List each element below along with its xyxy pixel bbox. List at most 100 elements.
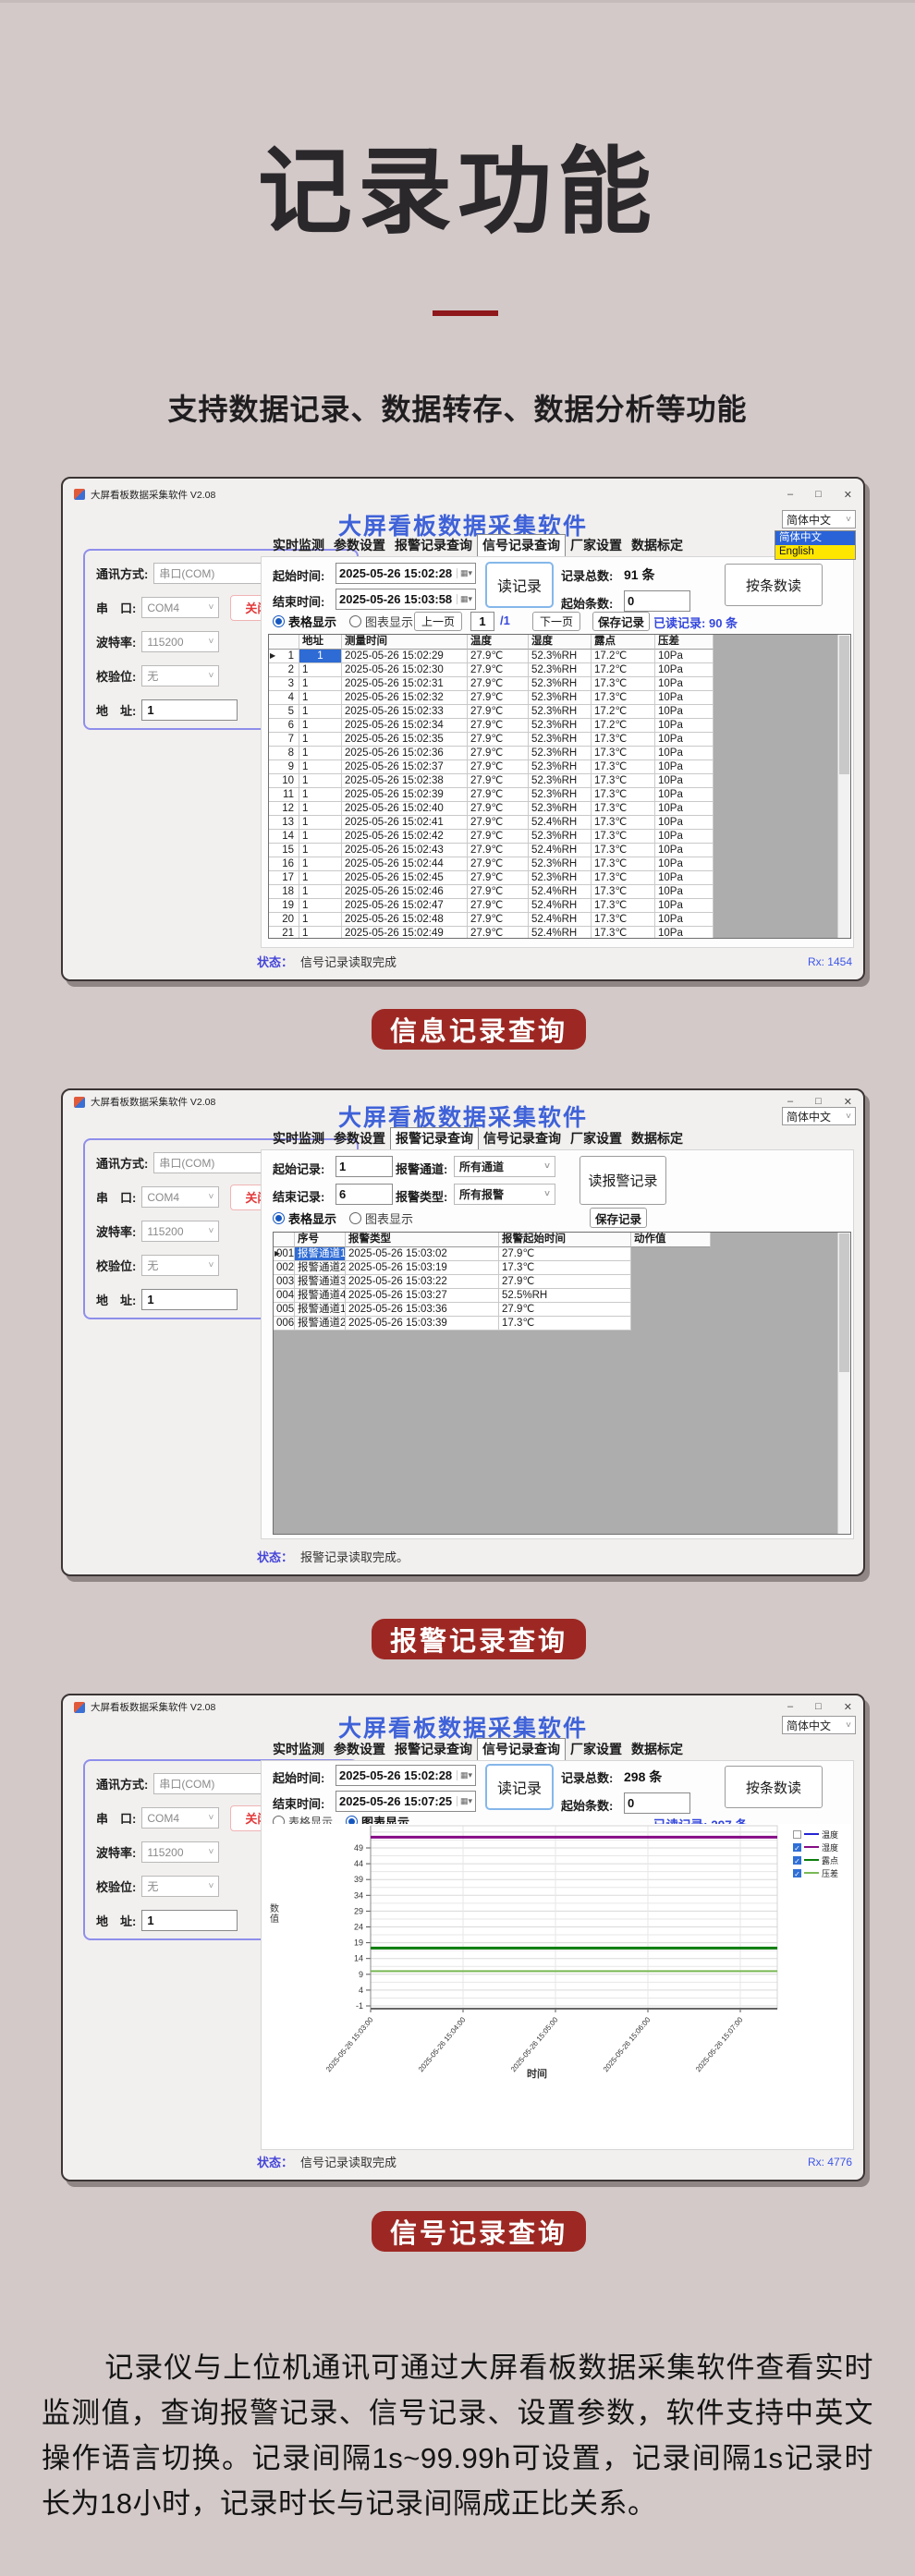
start-time-input[interactable]: 2025-05-26 15:02:28 ▦▾ <box>336 563 476 584</box>
maximize-button[interactable]: □ <box>815 489 822 501</box>
scrollbar-thumb[interactable] <box>839 1233 849 1372</box>
language-dropdown-list[interactable]: 简体中文English <box>775 530 856 560</box>
settings-select-1[interactable]: COM4˅ <box>141 597 219 618</box>
legend-checkbox[interactable]: ✓ <box>793 1869 801 1877</box>
read-records-button[interactable]: 读记录 <box>485 562 554 608</box>
read-by-count-button[interactable]: 按条数读 <box>725 1766 823 1808</box>
datepicker-icon[interactable]: ▦▾ <box>457 1770 472 1780</box>
tab-参数设置[interactable]: 参数设置 <box>329 1738 390 1760</box>
tab-实时监测[interactable]: 实时监测 <box>268 1127 329 1149</box>
minimize-button[interactable]: – <box>787 1701 793 1713</box>
settings-select-2[interactable]: 115200˅ <box>141 1841 219 1863</box>
table-row[interactable]: 1712025-05-26 15:02:4527.9℃52.3%RH17.3℃1… <box>269 871 850 885</box>
tab-实时监测[interactable]: 实时监测 <box>268 534 329 556</box>
table-row[interactable]: 1012025-05-26 15:02:3827.9℃52.3%RH17.3℃1… <box>269 774 850 788</box>
tab-参数设置[interactable]: 参数设置 <box>329 1127 390 1149</box>
table-row[interactable]: 001▶报警通道1:温度低报警动作2025-05-26 15:03:0227.9… <box>274 1247 850 1261</box>
table-row[interactable]: 412025-05-26 15:02:3227.9℃52.3%RH17.3℃10… <box>269 691 850 705</box>
alarm-type-select[interactable]: 所有报警 ˅ <box>454 1184 555 1205</box>
table-row[interactable]: 312025-05-26 15:02:3127.9℃52.3%RH17.3℃10… <box>269 677 850 691</box>
legend-checkbox[interactable]: ✓ <box>793 1856 801 1865</box>
tab-厂家设置[interactable]: 厂家设置 <box>566 1127 627 1149</box>
table-row[interactable]: 612025-05-26 15:02:3427.9℃52.3%RH17.2℃10… <box>269 719 850 733</box>
table-row[interactable]: 1812025-05-26 15:02:4627.9℃52.4%RH17.3℃1… <box>269 885 850 899</box>
address-input[interactable]: 1 <box>141 699 238 721</box>
settings-select-3[interactable]: 无˅ <box>141 665 219 687</box>
tab-厂家设置[interactable]: 厂家设置 <box>566 534 627 556</box>
tab-实时监测[interactable]: 实时监测 <box>268 1738 329 1760</box>
next-page-button[interactable]: 下一页 <box>532 612 580 631</box>
settings-select-3[interactable]: 无˅ <box>141 1255 219 1276</box>
settings-select-2[interactable]: 115200˅ <box>141 631 219 652</box>
start-time-input[interactable]: 2025-05-26 15:02:28 ▦▾ <box>336 1765 476 1786</box>
settings-select-1[interactable]: COM4˅ <box>141 1186 219 1208</box>
radio-chart-display[interactable] <box>349 615 361 627</box>
language-select[interactable]: 简体中文 ˅ <box>782 1107 856 1125</box>
scrollbar-thumb[interactable] <box>839 636 849 774</box>
address-input[interactable]: 1 <box>141 1910 238 1931</box>
tab-数据标定[interactable]: 数据标定 <box>627 534 688 556</box>
table-row[interactable]: 712025-05-26 15:02:3527.9℃52.3%RH17.3℃10… <box>269 733 850 747</box>
settings-select-1[interactable]: COM4˅ <box>141 1807 219 1829</box>
records-table[interactable]: 地址测量时间温度湿度露点压差1▶12025-05-26 15:02:2927.9… <box>268 634 851 939</box>
alarm-records-table[interactable]: 序号报警类型报警起始时间动作值001▶报警通道1:温度低报警动作2025-05-… <box>273 1232 851 1535</box>
language-option-English[interactable]: English <box>775 545 855 559</box>
end-time-input[interactable]: 2025-05-26 15:03:58 ▦▾ <box>336 589 476 610</box>
tab-信号记录查询[interactable]: 信号记录查询 <box>477 1738 566 1760</box>
table-scrollbar[interactable] <box>837 635 850 938</box>
close-button[interactable]: ✕ <box>844 1701 852 1713</box>
table-row[interactable]: 004报警通道4:湿度高报警动作2025-05-26 15:03:2752.5%… <box>274 1289 850 1303</box>
tab-数据标定[interactable]: 数据标定 <box>627 1738 688 1760</box>
alarm-channel-select[interactable]: 所有通道 ˅ <box>454 1156 555 1177</box>
legend-checkbox[interactable] <box>793 1830 801 1839</box>
tab-报警记录查询[interactable]: 报警记录查询 <box>390 1127 479 1149</box>
table-row[interactable]: 1212025-05-26 15:02:4027.9℃52.3%RH17.3℃1… <box>269 802 850 816</box>
table-row[interactable]: 005报警通道1:温度高报警返回2025-05-26 15:03:3627.9℃ <box>274 1303 850 1317</box>
table-row[interactable]: 512025-05-26 15:02:3327.9℃52.3%RH17.2℃10… <box>269 705 850 719</box>
table-row[interactable]: 812025-05-26 15:02:3627.9℃52.3%RH17.3℃10… <box>269 747 850 760</box>
table-row[interactable]: 003报警通道3:温度高报警返回2025-05-26 15:03:2227.9℃ <box>274 1275 850 1289</box>
table-row[interactable]: 1312025-05-26 15:02:4127.9℃52.4%RH17.3℃1… <box>269 816 850 830</box>
table-row[interactable]: 1612025-05-26 15:02:4427.9℃52.3%RH17.3℃1… <box>269 857 850 871</box>
table-row[interactable]: 212025-05-26 15:02:3027.9℃52.3%RH17.2℃10… <box>269 663 850 677</box>
save-records-button[interactable]: 保存记录 <box>592 612 650 631</box>
legend-checkbox[interactable]: ✓ <box>793 1843 801 1852</box>
tab-信号记录查询[interactable]: 信号记录查询 <box>477 534 566 556</box>
radio-table-display[interactable] <box>273 1212 285 1224</box>
table-row[interactable]: 002报警通道2:露点高报警返回2025-05-26 15:03:1917.3℃ <box>274 1261 850 1275</box>
table-row[interactable]: 006报警通道2:露点低报警动作2025-05-26 15:03:3917.3℃ <box>274 1317 850 1331</box>
language-option-简体中文[interactable]: 简体中文 <box>775 531 855 545</box>
table-scrollbar[interactable] <box>837 1233 850 1534</box>
language-select[interactable]: 简体中文 ˅ <box>782 510 856 529</box>
window-titlebar[interactable]: 大屏看板数据采集软件 V2.08 – □ ✕ <box>63 1695 863 1716</box>
end-record-input[interactable]: 6 <box>336 1184 393 1205</box>
window-titlebar[interactable]: 大屏看板数据采集软件 V2.08 – □ ✕ <box>63 479 863 504</box>
read-records-button[interactable]: 读记录 <box>485 1764 554 1810</box>
save-records-button[interactable]: 保存记录 <box>590 1208 647 1228</box>
tab-报警记录查询[interactable]: 报警记录查询 <box>390 1738 477 1760</box>
radio-table-display[interactable] <box>273 615 285 627</box>
table-row[interactable]: 1▶12025-05-26 15:02:2927.9℃52.3%RH17.2℃1… <box>269 650 850 663</box>
table-row[interactable]: 912025-05-26 15:02:3727.9℃52.3%RH17.3℃10… <box>269 760 850 774</box>
datepicker-icon[interactable]: ▦▾ <box>457 568 472 578</box>
tab-参数设置[interactable]: 参数设置 <box>329 534 390 556</box>
language-select[interactable]: 简体中文 ˅ <box>782 1716 856 1734</box>
tab-厂家设置[interactable]: 厂家设置 <box>566 1738 627 1760</box>
start-index-input[interactable]: 0 <box>624 1792 690 1814</box>
datepicker-icon[interactable]: ▦▾ <box>457 1796 472 1806</box>
start-index-input[interactable]: 0 <box>624 590 690 612</box>
table-row[interactable]: 1912025-05-26 15:02:4727.9℃52.4%RH17.3℃1… <box>269 899 850 913</box>
end-time-input[interactable]: 2025-05-26 15:07:25 ▦▾ <box>336 1791 476 1812</box>
table-row[interactable]: 1112025-05-26 15:02:3927.9℃52.3%RH17.3℃1… <box>269 788 850 802</box>
tab-信号记录查询[interactable]: 信号记录查询 <box>479 1127 566 1149</box>
page-number-input[interactable]: 1 <box>470 612 494 631</box>
radio-chart-display[interactable] <box>349 1212 361 1224</box>
close-button[interactable]: ✕ <box>844 489 852 501</box>
read-alarm-records-button[interactable]: 读报警记录 <box>580 1156 666 1205</box>
table-row[interactable]: 2012025-05-26 15:02:4827.9℃52.4%RH17.3℃1… <box>269 913 850 927</box>
tab-数据标定[interactable]: 数据标定 <box>627 1127 688 1149</box>
address-input[interactable]: 1 <box>141 1289 238 1310</box>
start-record-input[interactable]: 1 <box>336 1156 393 1177</box>
datepicker-icon[interactable]: ▦▾ <box>457 594 472 604</box>
table-row[interactable]: 1412025-05-26 15:02:4227.9℃52.3%RH17.3℃1… <box>269 830 850 844</box>
